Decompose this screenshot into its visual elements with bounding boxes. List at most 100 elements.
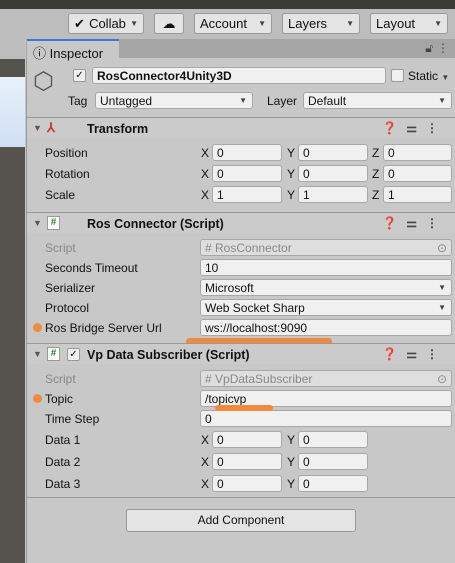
rotation-y[interactable]: 0: [298, 165, 368, 182]
rotation-z[interactable]: 0: [383, 165, 452, 182]
cloud-icon: ☁: [162, 15, 176, 31]
position-z[interactable]: 0: [383, 144, 452, 161]
protocol-label: Protocol: [45, 301, 90, 315]
scale-x[interactable]: 1: [212, 186, 282, 203]
tab-inspector[interactable]: ⓘ Inspector: [27, 39, 119, 61]
y-label: Y: [287, 188, 296, 202]
data-label: Data 1: [45, 433, 81, 447]
foldout-arrow-icon[interactable]: ▼: [33, 123, 42, 133]
scale-label: Scale: [45, 188, 76, 202]
scale-z[interactable]: 1: [383, 186, 452, 203]
gameobject-cube-icon[interactable]: ⬡: [33, 67, 54, 96]
info-icon: ⓘ: [33, 46, 50, 61]
script-label: Script: [45, 372, 76, 386]
foldout-arrow-icon[interactable]: ▼: [33, 349, 42, 359]
serializer-label: Serializer: [45, 281, 96, 295]
enabled-checkbox[interactable]: ✓: [67, 348, 80, 361]
object-name-input[interactable]: RosConnector4Unity3D: [92, 67, 386, 84]
chevron-down-icon: ▼: [434, 19, 442, 28]
chevron-down-icon: ▼: [346, 19, 354, 28]
y-label: Y: [287, 167, 296, 181]
time-step-label: Time Step: [45, 412, 100, 426]
z-label: Z: [372, 167, 380, 181]
layers-dropdown[interactable]: Layers ▼: [282, 13, 360, 34]
z-label: Z: [372, 146, 380, 160]
transform-header[interactable]: ▼ ⅄ Transform ❓⚌⋮: [27, 117, 455, 138]
x-label: X: [201, 188, 210, 202]
scene-sky: [0, 77, 25, 147]
ros-bridge-url-label: Ros Bridge Server Url: [45, 321, 162, 335]
toolbar: ✔ Collab ▼ ☁ Account ▼ Layers ▼ Layout ▼: [0, 9, 455, 39]
add-component-button[interactable]: Add Component: [126, 509, 356, 532]
y-label: Y: [287, 455, 296, 469]
account-dropdown[interactable]: Account ▼: [194, 13, 272, 34]
seconds-timeout-input[interactable]: 10: [200, 259, 452, 276]
layer-dropdown[interactable]: Default: [303, 92, 452, 109]
x-label: X: [201, 477, 210, 491]
x-label: X: [201, 167, 210, 181]
data-x[interactable]: 0: [212, 475, 282, 492]
position-x[interactable]: 0: [212, 144, 282, 161]
component-icons[interactable]: ❓⚌⋮: [382, 347, 447, 361]
tag-dropdown[interactable]: Untagged: [95, 92, 253, 109]
data-y[interactable]: 0: [298, 431, 368, 448]
protocol-dropdown[interactable]: Web Socket Sharp: [200, 299, 452, 316]
static-dropdown[interactable]: Static ▼: [408, 69, 449, 83]
time-step-input[interactable]: 0: [200, 410, 452, 427]
position-y[interactable]: 0: [298, 144, 368, 161]
chevron-down-icon: ▼: [130, 19, 138, 28]
scale-y[interactable]: 1: [298, 186, 368, 203]
serializer-dropdown[interactable]: Microsoft: [200, 279, 452, 296]
data-y[interactable]: 0: [298, 453, 368, 470]
ros-connector-header[interactable]: ▼ # Ros Connector (Script) ❓⚌⋮: [27, 212, 455, 233]
active-checkbox[interactable]: ✓: [73, 69, 86, 82]
script-field[interactable]: # VpDataSubscriber ⊙: [200, 370, 452, 387]
object-picker-icon[interactable]: ⊙: [437, 372, 447, 386]
data-label: Data 2: [45, 455, 81, 469]
x-label: X: [201, 433, 210, 447]
script-icon: #: [205, 372, 216, 386]
chevron-down-icon: ▼: [258, 19, 266, 28]
data-label: Data 3: [45, 477, 81, 491]
layout-dropdown[interactable]: Layout ▼: [370, 13, 448, 34]
rotation-x[interactable]: 0: [212, 165, 282, 182]
component-icons[interactable]: ❓⚌⋮: [382, 121, 447, 135]
y-label: Y: [287, 433, 296, 447]
chevron-down-icon: ▼: [441, 73, 450, 82]
title-strip: [0, 0, 455, 9]
annotation-underline: [215, 405, 273, 411]
rotation-label: Rotation: [45, 167, 90, 181]
static-checkbox[interactable]: [391, 69, 404, 82]
x-label: X: [201, 455, 210, 469]
more-icon[interactable]: ⋮: [437, 41, 449, 55]
script-icon: #: [47, 347, 60, 361]
data-x[interactable]: 0: [212, 431, 282, 448]
seconds-timeout-label: Seconds Timeout: [45, 261, 138, 275]
collab-button[interactable]: ✔ Collab ▼: [68, 13, 144, 34]
ros-bridge-url-input[interactable]: ws://localhost:9090: [200, 319, 452, 336]
tag-label: Tag: [68, 94, 88, 108]
foldout-arrow-icon[interactable]: ▼: [33, 218, 42, 228]
component-icons[interactable]: ❓⚌⋮: [382, 216, 447, 230]
divider: [27, 497, 455, 498]
script-field[interactable]: # RosConnector ⊙: [200, 239, 452, 256]
lock-icon[interactable]: 🔓︎: [425, 41, 433, 56]
layer-label: Layer: [267, 94, 298, 108]
annotation-dot: [33, 394, 42, 403]
topic-label: Topic: [45, 392, 74, 406]
annotation-dot: [33, 323, 42, 332]
data-x[interactable]: 0: [212, 453, 282, 470]
cloud-button[interactable]: ☁: [154, 13, 184, 34]
position-label: Position: [45, 146, 88, 160]
object-picker-icon[interactable]: ⊙: [437, 241, 447, 255]
data-y[interactable]: 0: [298, 475, 368, 492]
script-icon: #: [205, 241, 216, 255]
y-label: Y: [287, 477, 296, 491]
vp-subscriber-header[interactable]: ▼ # ✓ Vp Data Subscriber (Script) ❓⚌⋮: [27, 343, 455, 364]
script-label: Script: [45, 241, 76, 255]
script-icon: #: [47, 216, 60, 230]
scene-header: [0, 39, 25, 59]
y-label: Y: [287, 146, 296, 160]
check-circle-icon: ✔: [74, 15, 85, 31]
x-label: X: [201, 146, 210, 160]
